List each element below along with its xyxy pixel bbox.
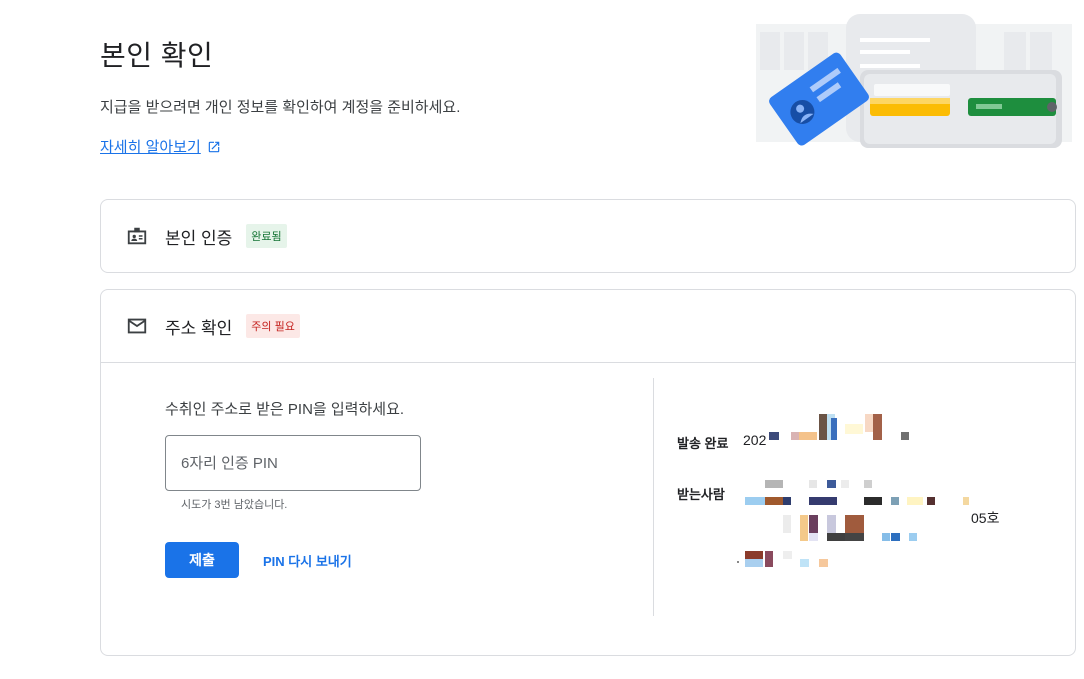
status-badge: 완료됨: [246, 224, 287, 248]
identity-verification-card[interactable]: 본인 인증 완료됨: [100, 199, 1076, 273]
identity-card-title: 본인 인증: [165, 228, 233, 248]
resend-pin-button[interactable]: PIN 다시 보내기: [263, 551, 352, 570]
submit-button[interactable]: 제출: [165, 542, 239, 578]
pin-input[interactable]: [165, 435, 421, 491]
learn-more-link[interactable]: 자세히 알아보기: [100, 136, 221, 157]
redacted-sent-date: [769, 414, 911, 444]
wallet-illustration: [756, 14, 1072, 148]
recipient-label: 받는사람: [677, 487, 725, 502]
address-card-title: 주소 확인: [165, 318, 233, 338]
redacted-recipient-address: [737, 478, 977, 574]
learn-more-label: 자세히 알아보기: [100, 139, 201, 156]
sent-label: 발송 완료: [677, 436, 729, 451]
id-badge-icon: [125, 224, 149, 248]
vertical-divider: [653, 378, 654, 616]
mail-icon: [125, 314, 149, 338]
pin-prompt: 수취인 주소로 받은 PIN을 입력하세요.: [165, 401, 405, 418]
sent-date: 202: [743, 432, 767, 448]
page-title: 본인 확인: [100, 40, 214, 71]
address-verification-card: 주소 확인 주의 필요 수취인 주소로 받은 PIN을 입력하세요. 시도가 3…: [100, 289, 1076, 656]
external-link-icon: [208, 141, 220, 152]
attempts-remaining: 시도가 3번 남았습니다.: [181, 499, 288, 511]
section-divider: [101, 362, 1075, 363]
status-badge: 주의 필요: [246, 314, 300, 338]
page-description: 지급을 받으려면 개인 정보를 확인하여 계정을 준비하세요.: [100, 99, 461, 116]
